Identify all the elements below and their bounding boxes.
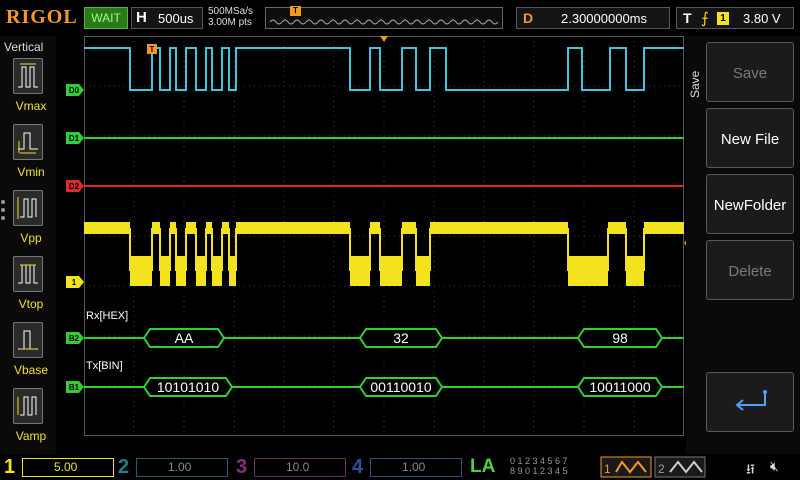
logic-channel-indicators: 0 1 2 3 4 5 6 7 8 9 0 1 2 3 4 5 bbox=[510, 456, 600, 478]
brand-logo: RIGOL bbox=[6, 6, 78, 28]
run-status-badge[interactable]: WAIT bbox=[84, 7, 128, 29]
measure-vtop-label: Vtop bbox=[18, 297, 44, 311]
delay-value: 2.30000000ms bbox=[561, 11, 648, 26]
trace-d0 bbox=[84, 47, 684, 91]
rx-frame-2: 32 bbox=[393, 330, 409, 346]
measure-vmin-label: Vmin bbox=[17, 165, 45, 179]
save-button[interactable]: Save bbox=[706, 42, 794, 102]
trace-markers: D0 D1 D2 1 B2 B1 bbox=[66, 84, 84, 393]
b1-marker: B1 bbox=[69, 383, 80, 392]
svg-text:T: T bbox=[150, 45, 155, 54]
delete-button[interactable]: Delete bbox=[706, 240, 794, 300]
new-file-button[interactable]: New File bbox=[706, 108, 794, 168]
measure-vamp-label: Vamp bbox=[15, 429, 47, 443]
horizontal-timebase-box[interactable]: H 500us bbox=[131, 7, 203, 29]
delay-box[interactable]: D 2.30000000ms bbox=[516, 7, 670, 29]
return-arrow-icon bbox=[735, 390, 767, 411]
channel-1-scale: 5.00 V bbox=[54, 460, 78, 480]
rx-frame-3: 98 bbox=[612, 330, 628, 346]
horizontal-key: H bbox=[136, 9, 147, 26]
measure-vmin-button[interactable] bbox=[13, 124, 43, 160]
generator-status[interactable]: 1 2 bbox=[600, 456, 708, 478]
la-row-1: 0 1 2 3 4 5 6 7 bbox=[510, 456, 568, 466]
measure-vtop-button[interactable] bbox=[13, 256, 43, 292]
tx-frame-3: 10011000 bbox=[589, 379, 650, 395]
measure-vmax-label: Vmax bbox=[15, 99, 47, 113]
rx-frame-1: AA bbox=[175, 330, 194, 346]
memory-depth: 3.00M pts bbox=[208, 17, 252, 28]
delay-center-marker bbox=[380, 36, 388, 42]
measure-category-title: Vertical bbox=[4, 40, 44, 54]
channel-1-number: 1 bbox=[4, 456, 16, 478]
logic-analyzer-button[interactable]: LA bbox=[470, 456, 506, 478]
channel-3-number: 3 bbox=[236, 456, 248, 478]
speaker-muted-icon[interactable]: 🔇︎ bbox=[770, 458, 779, 475]
channel-2-number: 2 bbox=[118, 456, 130, 478]
channel-3-scale: 10.0 V bbox=[286, 460, 310, 480]
return-button[interactable] bbox=[706, 372, 794, 432]
la-row-2: 8 9 0 1 2 3 4 5 bbox=[510, 466, 568, 476]
measure-vbase-button[interactable] bbox=[13, 322, 43, 358]
menu-title: Save bbox=[688, 70, 702, 98]
timebase-value: 500us bbox=[158, 11, 194, 26]
generator-1-number: 1 bbox=[604, 462, 611, 476]
time-trigger-marker[interactable]: T bbox=[147, 44, 157, 54]
channel-4-scale: 1.00 V bbox=[402, 460, 426, 480]
trigger-level: 3.80 V bbox=[743, 11, 781, 26]
new-folder-button[interactable]: NewFolder bbox=[706, 174, 794, 234]
acquisition-info: 500MSa/s 3.00M pts bbox=[208, 6, 253, 28]
rising-edge-icon: ⨍ bbox=[701, 10, 709, 27]
d0-marker: D0 bbox=[69, 86, 80, 95]
channel-4-number: 4 bbox=[352, 456, 364, 478]
delay-key: D bbox=[523, 10, 534, 26]
tx-decoder-label: Tx[BIN] bbox=[86, 360, 123, 372]
trigger-position-marker[interactable]: T bbox=[290, 6, 301, 16]
trigger-box[interactable]: T ⨍ 1 3.80 V bbox=[676, 7, 794, 29]
trigger-source: 1 bbox=[717, 12, 729, 25]
measure-vmax-button[interactable] bbox=[13, 58, 43, 94]
rx-decoder-label: Rx[HEX] bbox=[86, 310, 128, 322]
waveform-display[interactable]: AA 32 98 10101010 00110010 10011000 Rx[H… bbox=[84, 36, 684, 436]
measure-vbase-label: Vbase bbox=[13, 363, 49, 377]
b2-marker: B2 bbox=[69, 334, 80, 343]
d1-marker: D1 bbox=[69, 134, 80, 143]
graticule bbox=[84, 36, 684, 436]
measure-vamp-button[interactable] bbox=[13, 388, 43, 424]
measure-vpp-label: Vpp bbox=[20, 231, 42, 245]
trigger-key: T bbox=[683, 10, 692, 26]
tx-frame-1: 10101010 bbox=[157, 379, 220, 395]
generator-2-number: 2 bbox=[658, 462, 665, 476]
channel-2-scale: 1.00 V bbox=[168, 460, 192, 480]
ch1-marker: 1 bbox=[72, 278, 77, 287]
measure-vpp-button[interactable] bbox=[13, 190, 43, 226]
tx-frame-2: 00110010 bbox=[370, 379, 431, 395]
page-indicator-dots bbox=[1, 200, 6, 224]
sample-rate: 500MSa/s bbox=[208, 6, 254, 17]
usb-icon: ⭿ bbox=[746, 461, 756, 477]
d2-marker: D2 bbox=[69, 182, 80, 191]
